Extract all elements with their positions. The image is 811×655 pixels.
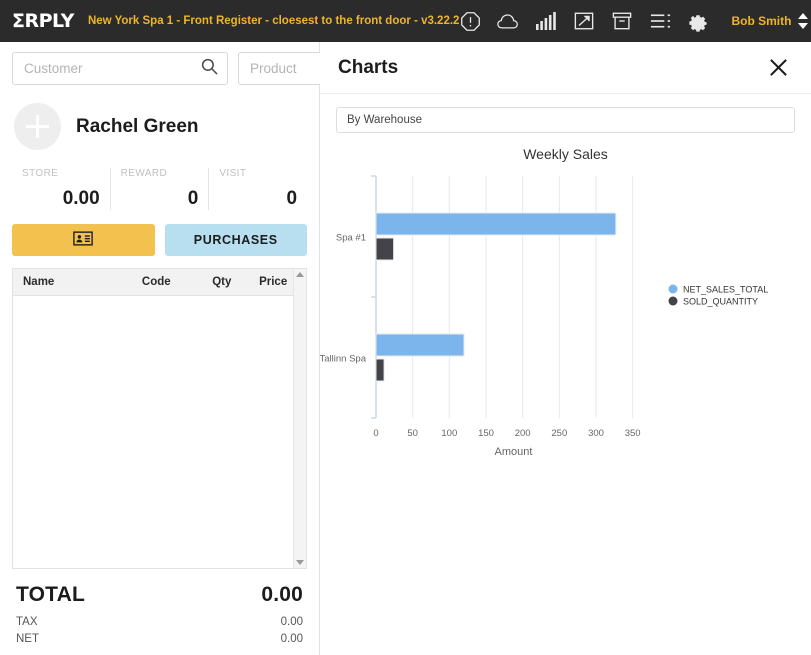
- tax-row: TAX 0.00: [16, 616, 303, 628]
- bar-NET_SALES_TOTAL: [375, 333, 465, 357]
- search-row: [0, 42, 454, 93]
- store-register-label: New York Spa 1 - Front Register - cloese…: [87, 15, 460, 27]
- search-icon: [201, 58, 218, 80]
- erply-logo: ΣRPLY: [12, 10, 74, 32]
- total-value: 0.00: [261, 583, 303, 606]
- chevron-updown-icon: [798, 13, 809, 29]
- signal-bars-icon[interactable]: [535, 10, 557, 32]
- user-name-label: Bob Smith: [731, 14, 792, 28]
- alert-octagon-icon[interactable]: [459, 10, 481, 32]
- cart-table-header: Name Code Qty Price: [13, 269, 306, 296]
- charts-panel: Charts By Warehouse Weekly Sales Spa #1 T…: [320, 42, 811, 655]
- column-header-qty: Qty: [212, 276, 232, 288]
- legend-label-SOLD_QUANTITY: SOLD_QUANTITY: [683, 297, 758, 307]
- sale-panel: Rachel Green STORE 0.00 REWARD 0 VISIT 0: [0, 42, 454, 655]
- stat-visit-label: VISIT: [219, 168, 247, 179]
- x-tick-label: 0: [373, 428, 378, 439]
- total-row: TOTAL 0.00: [16, 583, 303, 607]
- action-button-row: PURCHASES: [0, 210, 319, 268]
- x-tick-label: 100: [441, 428, 457, 439]
- main-area: Rachel Green STORE 0.00 REWARD 0 VISIT 0: [0, 42, 811, 655]
- user-menu[interactable]: Bob Smith: [731, 13, 809, 29]
- y-tick-label: Tallinn Spa: [320, 354, 367, 365]
- cart-table: Name Code Qty Price: [12, 268, 307, 569]
- list-menu-icon[interactable]: [649, 10, 671, 32]
- legend-marker-NET_SALES_TOTAL: [668, 284, 678, 294]
- bar-NET_SALES_TOTAL: [375, 212, 617, 236]
- stat-reward: REWARD 0: [109, 168, 209, 210]
- bar-SOLD_QUANTITY: [375, 358, 385, 382]
- screen-expand-icon[interactable]: [573, 10, 595, 32]
- x-tick-label: 350: [625, 428, 641, 439]
- legend-marker-SOLD_QUANTITY: [668, 296, 678, 306]
- purchases-label: PURCHASES: [193, 233, 278, 247]
- tax-value: 0.00: [280, 616, 303, 628]
- stat-visit-value: 0: [286, 188, 298, 209]
- topbar-icon-group: [459, 10, 709, 32]
- column-header-name: Name: [23, 276, 55, 288]
- weekly-sales-chart: Spa #1 Tallinn Spa 0 50 100 150 200 250 300 350 Am…: [320, 166, 811, 655]
- x-tick-label: 50: [407, 428, 418, 439]
- net-value: 0.00: [280, 633, 303, 645]
- close-icon[interactable]: [765, 55, 791, 81]
- x-axis-label: Amount: [495, 446, 533, 458]
- scroll-down-arrow-icon[interactable]: [296, 560, 304, 565]
- tax-label: TAX: [16, 616, 38, 628]
- chart-title: Weekly Sales: [523, 146, 608, 162]
- net-label: NET: [16, 633, 39, 645]
- archive-box-icon[interactable]: [611, 10, 633, 32]
- x-tick-label: 150: [478, 428, 494, 439]
- net-row: NET 0.00: [16, 633, 303, 645]
- charts-title: Charts: [338, 56, 399, 78]
- total-label: TOTAL: [16, 583, 86, 606]
- stat-visit: VISIT 0: [208, 168, 307, 210]
- customer-stats: STORE 0.00 REWARD 0 VISIT 0: [0, 156, 319, 210]
- customer-row[interactable]: Rachel Green: [0, 93, 319, 156]
- avatar-add-icon[interactable]: [14, 103, 61, 150]
- column-header-code: Code: [141, 276, 171, 288]
- customer-search-input[interactable]: [24, 61, 201, 76]
- id-card-icon: [73, 231, 94, 249]
- charts-header: Charts: [320, 42, 811, 94]
- customer-name: Rachel Green: [76, 115, 199, 137]
- customer-card-button[interactable]: [12, 224, 155, 256]
- customer-search-box[interactable]: [12, 52, 228, 85]
- bar-SOLD_QUANTITY: [375, 237, 395, 261]
- totals-section: TOTAL 0.00 TAX 0.00 NET 0.00: [0, 569, 319, 655]
- y-tick-label: Spa #1: [336, 233, 366, 244]
- cart-table-body: [13, 296, 306, 568]
- stat-store-label: STORE: [22, 168, 59, 179]
- stat-store: STORE 0.00: [12, 168, 110, 210]
- cloud-icon[interactable]: [497, 10, 519, 32]
- cart-scrollbar[interactable]: [293, 269, 306, 568]
- grouping-dropdown[interactable]: By Warehouse: [336, 107, 795, 133]
- grouping-dropdown-value: By Warehouse: [347, 114, 422, 126]
- stat-reward-label: REWARD: [120, 168, 168, 179]
- x-tick-label: 300: [588, 428, 604, 439]
- chart-svg: Spa #1 Tallinn Spa 0 50 100 150 200 250 300 350 Am…: [320, 175, 768, 458]
- purchases-button[interactable]: PURCHASES: [164, 224, 307, 256]
- gear-icon[interactable]: [687, 10, 709, 32]
- x-tick-label: 250: [551, 428, 567, 439]
- stat-reward-value: 0: [187, 188, 199, 209]
- top-bar: ΣRPLY New York Spa 1 - Front Register - …: [0, 0, 811, 42]
- legend-label-NET_SALES_TOTAL: NET_SALES_TOTAL: [683, 285, 768, 295]
- x-tick-label: 200: [515, 428, 531, 439]
- stat-store-value: 0.00: [62, 188, 100, 209]
- scroll-up-arrow-icon[interactable]: [296, 272, 304, 277]
